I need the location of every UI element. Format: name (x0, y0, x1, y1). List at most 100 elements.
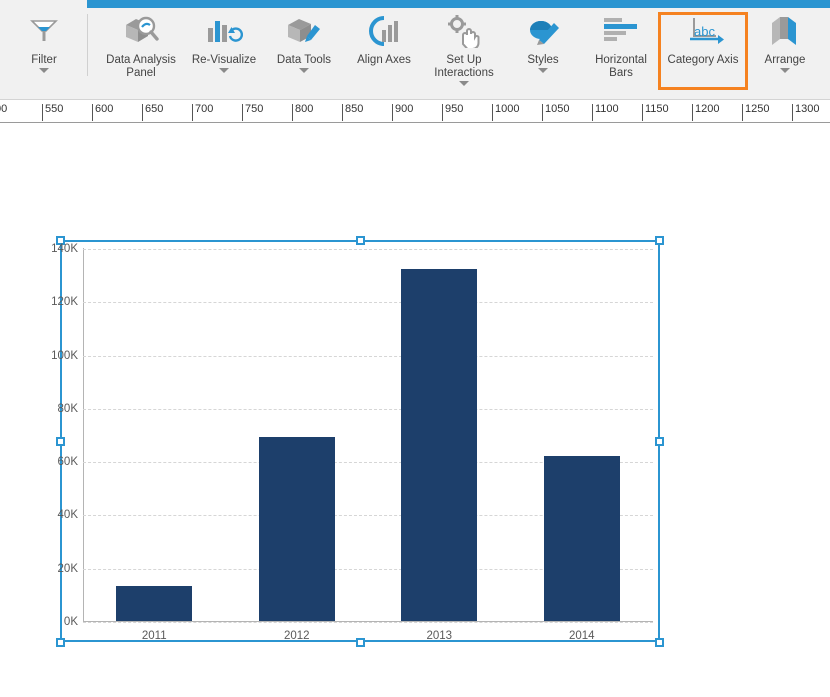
ruler-tick (592, 104, 593, 121)
ribbon-button-horizontal-bars[interactable]: Horizontal Bars (584, 10, 658, 80)
ruler-label: 00 (0, 103, 7, 116)
ruler-tick (42, 104, 43, 121)
ribbon-button-label: Filter (31, 54, 57, 67)
data-analysis-icon (122, 10, 160, 52)
ruler-tick (692, 104, 693, 121)
ribbon-button-data-analysis-panel[interactable]: Data Analysis Panel (100, 10, 182, 80)
y-axis-tick-label: 100K (51, 350, 78, 362)
application-window: Filter Data Analysis Panel Re-Visualize (0, 0, 830, 697)
ruler-tick (742, 104, 743, 121)
selection-handle-bottom-right[interactable] (655, 638, 664, 647)
ruler-label: 1100 (595, 103, 619, 116)
ribbon-toolbar: Filter Data Analysis Panel Re-Visualize (0, 0, 830, 100)
ribbon-group-separator (87, 14, 88, 76)
ribbon-button-label: Data Analysis Panel (106, 54, 176, 80)
selection-handle-top-right[interactable] (655, 236, 664, 245)
gridline (83, 622, 653, 623)
chevron-down-icon[interactable] (780, 68, 790, 73)
ribbon-button-label: Arrange (765, 54, 806, 67)
ruler-tick (642, 104, 643, 121)
ruler-label: 900 (395, 103, 413, 116)
ruler-tick (92, 104, 93, 121)
ruler-tick (542, 104, 543, 121)
ribbon-button-arrange[interactable]: Arrange (752, 10, 818, 73)
y-axis-tick-label: 20K (58, 563, 78, 575)
ribbon-button-label: Align Axes (357, 54, 411, 67)
ruler-tick (492, 104, 493, 121)
y-axis-tick-label: 0K (64, 616, 78, 628)
ribbon-button-filter[interactable]: Filter (18, 10, 70, 73)
ruler-label: 650 (145, 103, 163, 116)
ruler-label: 800 (295, 103, 313, 116)
bar-2014[interactable] (544, 456, 620, 621)
ribbon-button-re-visualize[interactable]: Re-Visualize (185, 10, 263, 73)
ribbon-button-label: Horizontal Bars (595, 54, 647, 80)
re-visualize-icon (205, 10, 243, 52)
ruler-tick (142, 104, 143, 121)
data-tools-icon (285, 10, 323, 52)
x-axis-tick-label: 2014 (569, 630, 595, 642)
set-up-interactions-icon (446, 10, 482, 52)
funnel-icon (27, 10, 61, 52)
gridline (83, 409, 653, 410)
ribbon-button-data-tools[interactable]: Data Tools (266, 10, 342, 73)
arrange-icon (768, 10, 802, 52)
bar-chart-plot-area[interactable]: 0K20K40K60K80K100K120K140K 2011201220132… (83, 248, 653, 622)
y-axis-tick-label: 140K (51, 243, 78, 255)
svg-text:abc: abc (694, 24, 715, 39)
gridline (83, 249, 653, 250)
ruler-label: 1150 (645, 103, 669, 116)
ribbon-button-styles[interactable]: Styles (508, 10, 578, 73)
y-axis-tick-label: 60K (58, 456, 78, 468)
x-axis-tick-label: 2013 (426, 630, 452, 642)
styles-icon (525, 10, 561, 52)
chevron-down-icon[interactable] (459, 81, 469, 86)
ribbon-button-align-axes[interactable]: Align Axes (345, 10, 423, 67)
design-canvas[interactable]: 0K20K40K60K80K100K120K140K 2011201220132… (0, 123, 830, 697)
ruler-label: 850 (345, 103, 363, 116)
ruler-tick (792, 104, 793, 121)
y-axis-tick-label: 80K (58, 403, 78, 415)
bar-2012[interactable] (259, 437, 335, 621)
horizontal-bars-icon (601, 10, 641, 52)
x-axis-tick-label: 2011 (142, 630, 167, 642)
selection-handle-bottom-left[interactable] (56, 638, 65, 647)
chevron-down-icon[interactable] (39, 68, 49, 73)
y-axis-tick-label: 40K (58, 509, 78, 521)
ruler-label: 1050 (545, 103, 569, 116)
ruler-tick (342, 104, 343, 121)
ruler-label: 1250 (745, 103, 769, 116)
category-axis-icon: abc (680, 10, 726, 52)
chevron-down-icon[interactable] (219, 68, 229, 73)
selection-handle-top-center[interactable] (356, 236, 365, 245)
align-axes-icon (366, 10, 402, 52)
x-axis-tick-label: 2012 (284, 630, 310, 642)
ribbon-accent-bar (87, 0, 830, 8)
bar-2011[interactable] (116, 586, 192, 621)
bar-2013[interactable] (401, 269, 477, 621)
ribbon-button-label: Category Axis (668, 54, 739, 67)
chevron-down-icon[interactable] (538, 68, 548, 73)
chevron-down-icon[interactable] (299, 68, 309, 73)
y-axis-line (83, 248, 84, 623)
gridline (83, 302, 653, 303)
ruler-tick (442, 104, 443, 121)
horizontal-ruler[interactable]: 0055060065070075080085090095010001050110… (0, 100, 830, 123)
selection-handle-middle-left[interactable] (56, 437, 65, 446)
ribbon-button-label: Re-Visualize (192, 54, 256, 67)
ruler-label: 950 (445, 103, 463, 116)
gridline (83, 356, 653, 357)
ruler-label: 750 (245, 103, 263, 116)
ruler-label: 600 (95, 103, 113, 116)
ribbon-button-label: Set Up Interactions (434, 54, 493, 80)
selection-handle-middle-right[interactable] (655, 437, 664, 446)
ruler-label: 1200 (695, 103, 719, 116)
ruler-tick (192, 104, 193, 121)
selection-handle-bottom-center[interactable] (356, 638, 365, 647)
ruler-tick (242, 104, 243, 121)
ribbon-button-set-up-interactions[interactable]: Set Up Interactions (424, 10, 504, 86)
ruler-tick (392, 104, 393, 121)
ribbon-button-category-axis[interactable]: abc Category Axis (659, 10, 747, 67)
ruler-label: 700 (195, 103, 213, 116)
ribbon-button-label: Data Tools (277, 54, 331, 67)
